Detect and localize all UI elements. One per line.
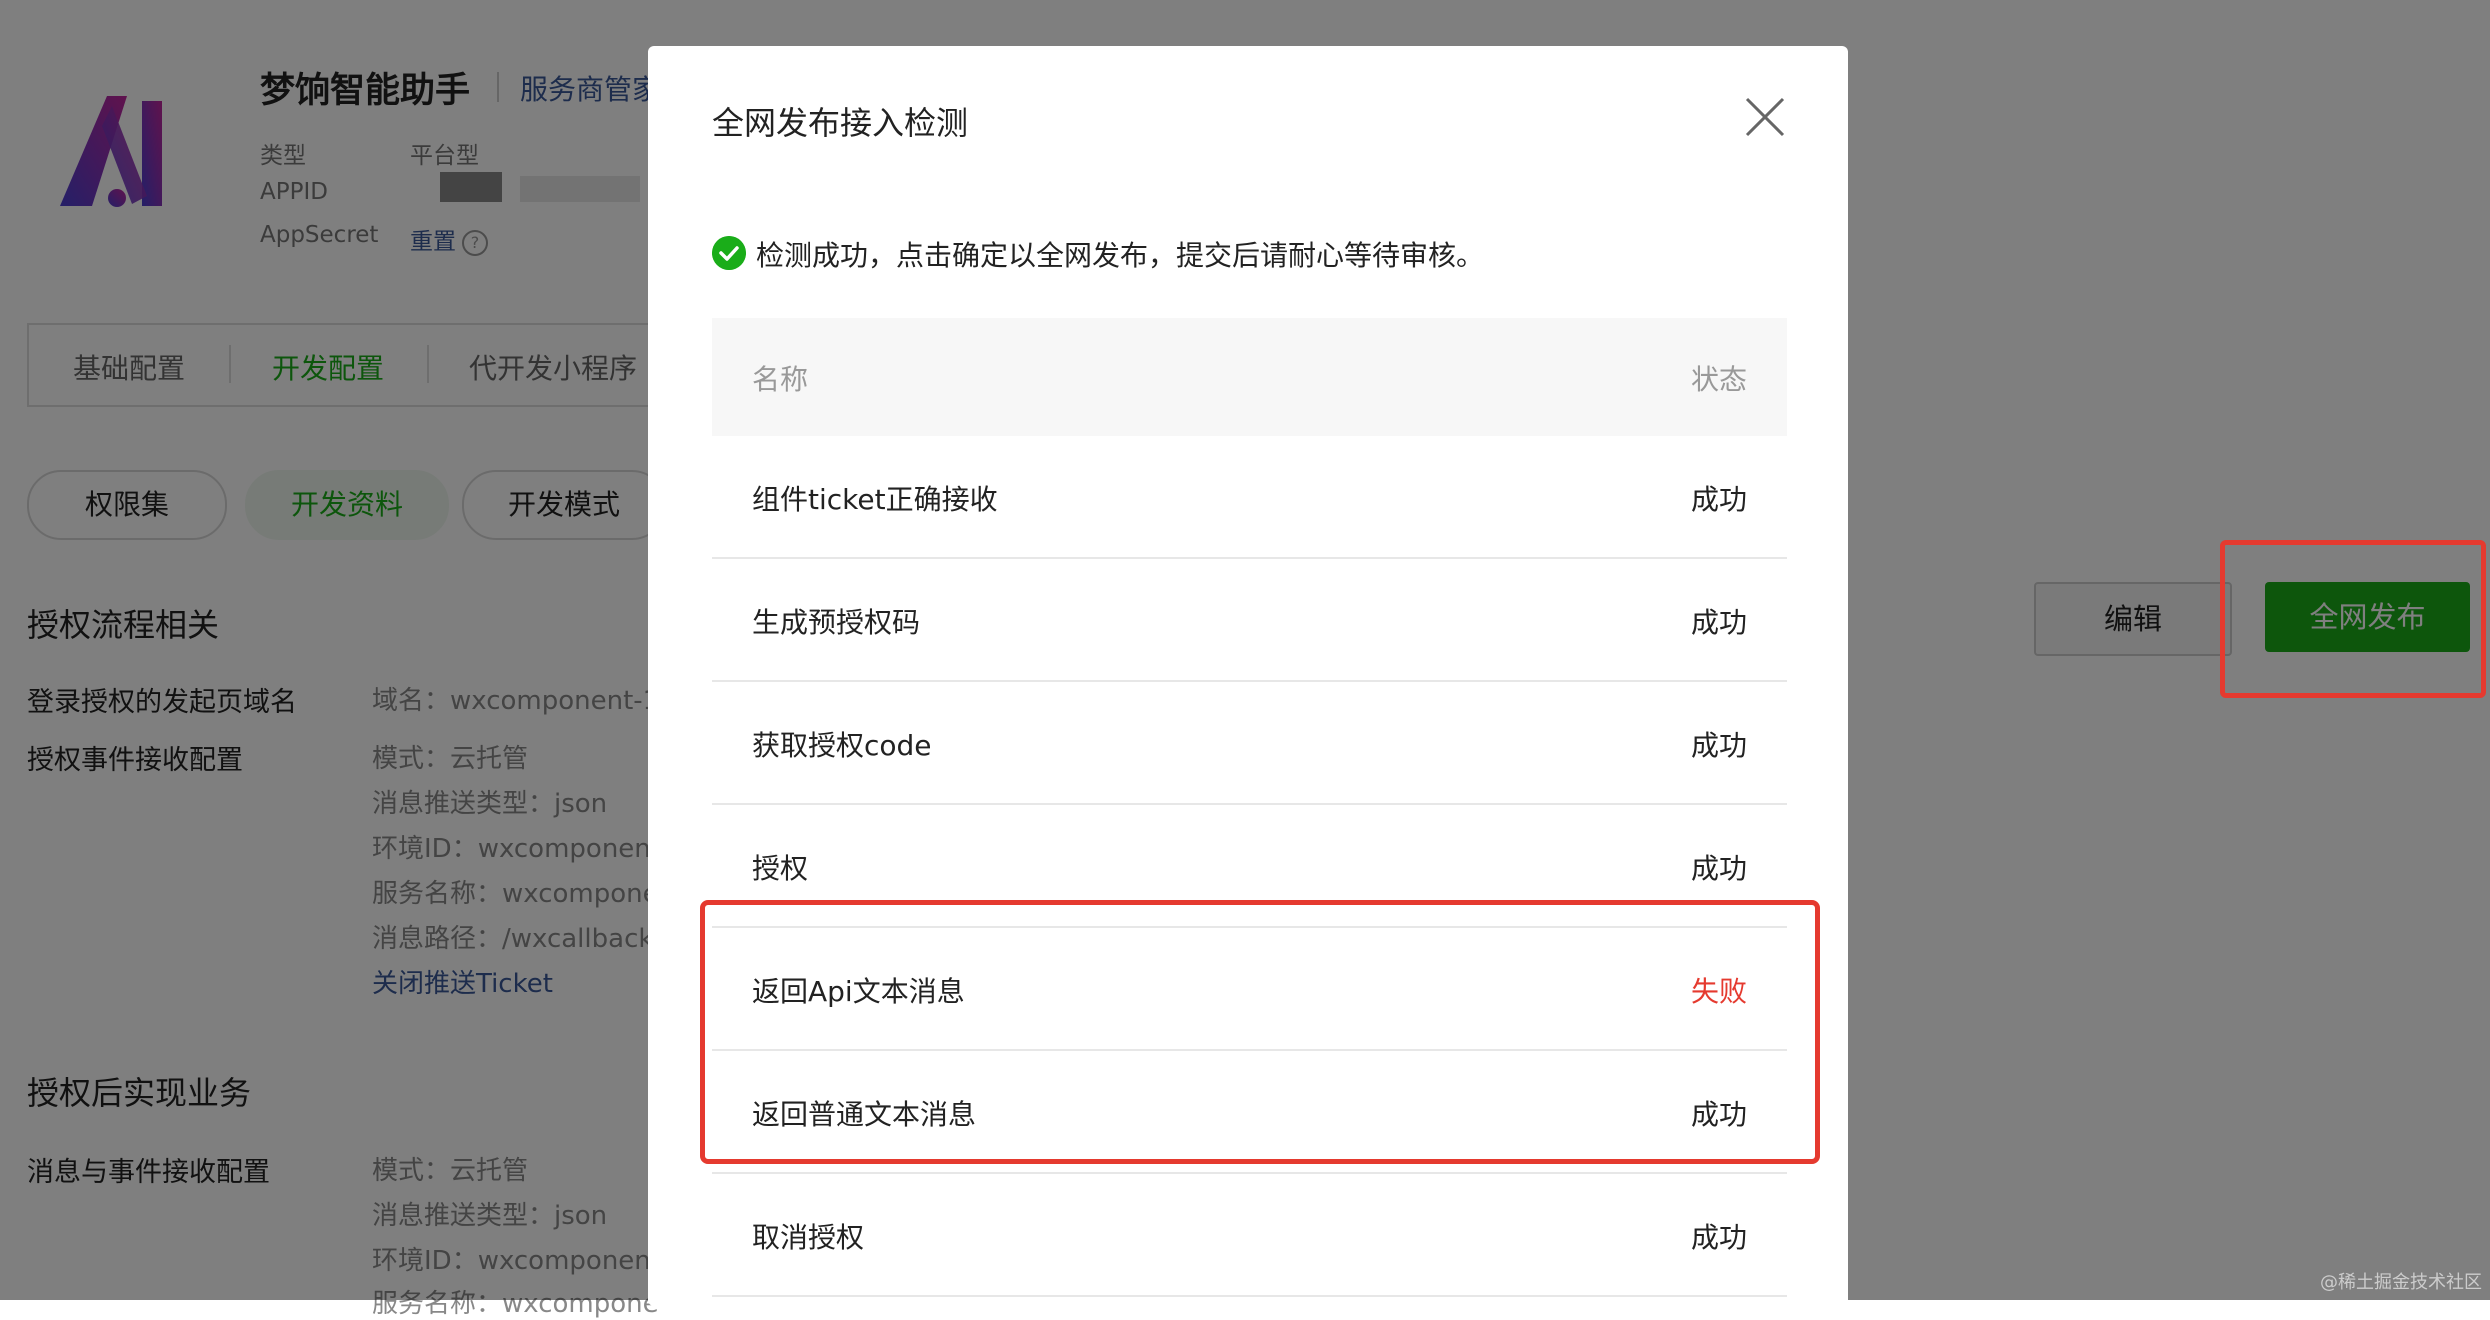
publish-highlight-box [2220,540,2486,698]
column-status-header: 状态 [1690,363,1747,396]
table-row: 取消授权 成功 [712,1174,1787,1297]
row-status: 成功 [1690,483,1747,516]
table-row: 生成预授权码 成功 [712,559,1787,682]
row-name: 授权 [752,852,809,885]
row-status: 成功 [1690,1221,1747,1254]
row-name: 生成预授权码 [752,606,921,639]
close-icon[interactable] [1744,96,1786,138]
row-status: 成功 [1690,606,1747,639]
dialog-title: 全网发布接入检测 [712,104,969,142]
watermark: @稀土掘金技术社区 [2320,1272,2482,1293]
table-header: 名称 状态 [712,318,1787,436]
row-name: 组件ticket正确接收 [752,483,998,516]
table-row: 组件ticket正确接收 成功 [712,436,1787,559]
failed-rows-highlight-box [700,900,1820,1164]
column-name-header: 名称 [752,363,809,396]
row-status: 成功 [1690,852,1747,885]
table-row: 获取授权code 成功 [712,682,1787,805]
row-name: 获取授权code [752,729,932,762]
check-circle-icon [712,236,746,270]
success-message: 检测成功，点击确定以全网发布，提交后请耐心等待审核。 [756,239,1485,272]
row-name: 取消授权 [752,1221,865,1254]
row-status: 成功 [1690,729,1747,762]
